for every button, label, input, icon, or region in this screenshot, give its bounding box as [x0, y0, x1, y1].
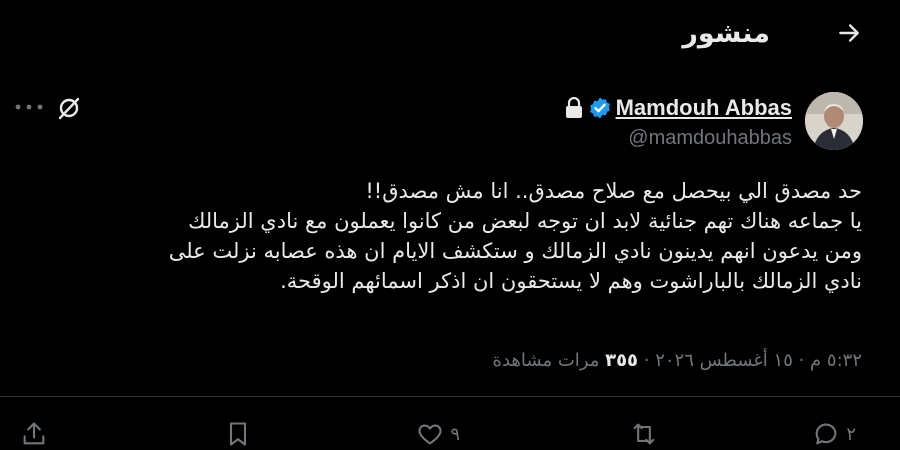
arrow-right-icon[interactable]	[836, 20, 862, 46]
views-label: مرات مشاهدة	[492, 350, 606, 371]
page-title: منشور	[682, 18, 770, 49]
heart-icon	[418, 424, 442, 445]
reply-button[interactable]: ٢	[812, 420, 856, 448]
tweet-meta: ٥:٣٢ م · ١٥ أغسطس ٢٠٢٦ · ٣٥٥ مرات مشاهدة	[493, 350, 862, 371]
tweet-time[interactable]: ٥:٣٢ م	[810, 350, 862, 371]
author-handle[interactable]: @mamdouhabbas	[628, 127, 792, 150]
more-options-icon[interactable]	[12, 98, 46, 116]
divider	[0, 396, 900, 397]
meta-separator: ·	[638, 350, 656, 371]
share-button[interactable]	[20, 420, 48, 448]
repost-button[interactable]	[630, 420, 658, 448]
views-count: ٣٥٥	[605, 350, 639, 371]
verified-badge-icon[interactable]	[588, 96, 612, 120]
meta-separator: ·	[792, 350, 811, 371]
like-button[interactable]: ٩	[416, 420, 460, 448]
avatar[interactable]	[805, 92, 863, 150]
like-count: ٩	[450, 423, 460, 445]
reply-icon	[815, 423, 837, 445]
share-icon	[23, 422, 45, 445]
reply-count: ٢	[846, 423, 856, 445]
bookmark-icon	[229, 422, 247, 446]
author-name-row: Mamdouh Abbas	[564, 95, 792, 121]
lock-icon	[565, 97, 582, 118]
grok-icon[interactable]	[56, 95, 82, 121]
author-name[interactable]: Mamdouh Abbas	[616, 95, 792, 121]
tweet-date[interactable]: ١٥ أغسطس ٢٠٢٦	[655, 350, 793, 371]
tweet-text: حد مصدق الي بيحصل مع صلاح مصدق.. انا مش …	[168, 179, 862, 293]
bookmark-button[interactable]	[224, 420, 252, 448]
repost-icon	[633, 423, 655, 445]
